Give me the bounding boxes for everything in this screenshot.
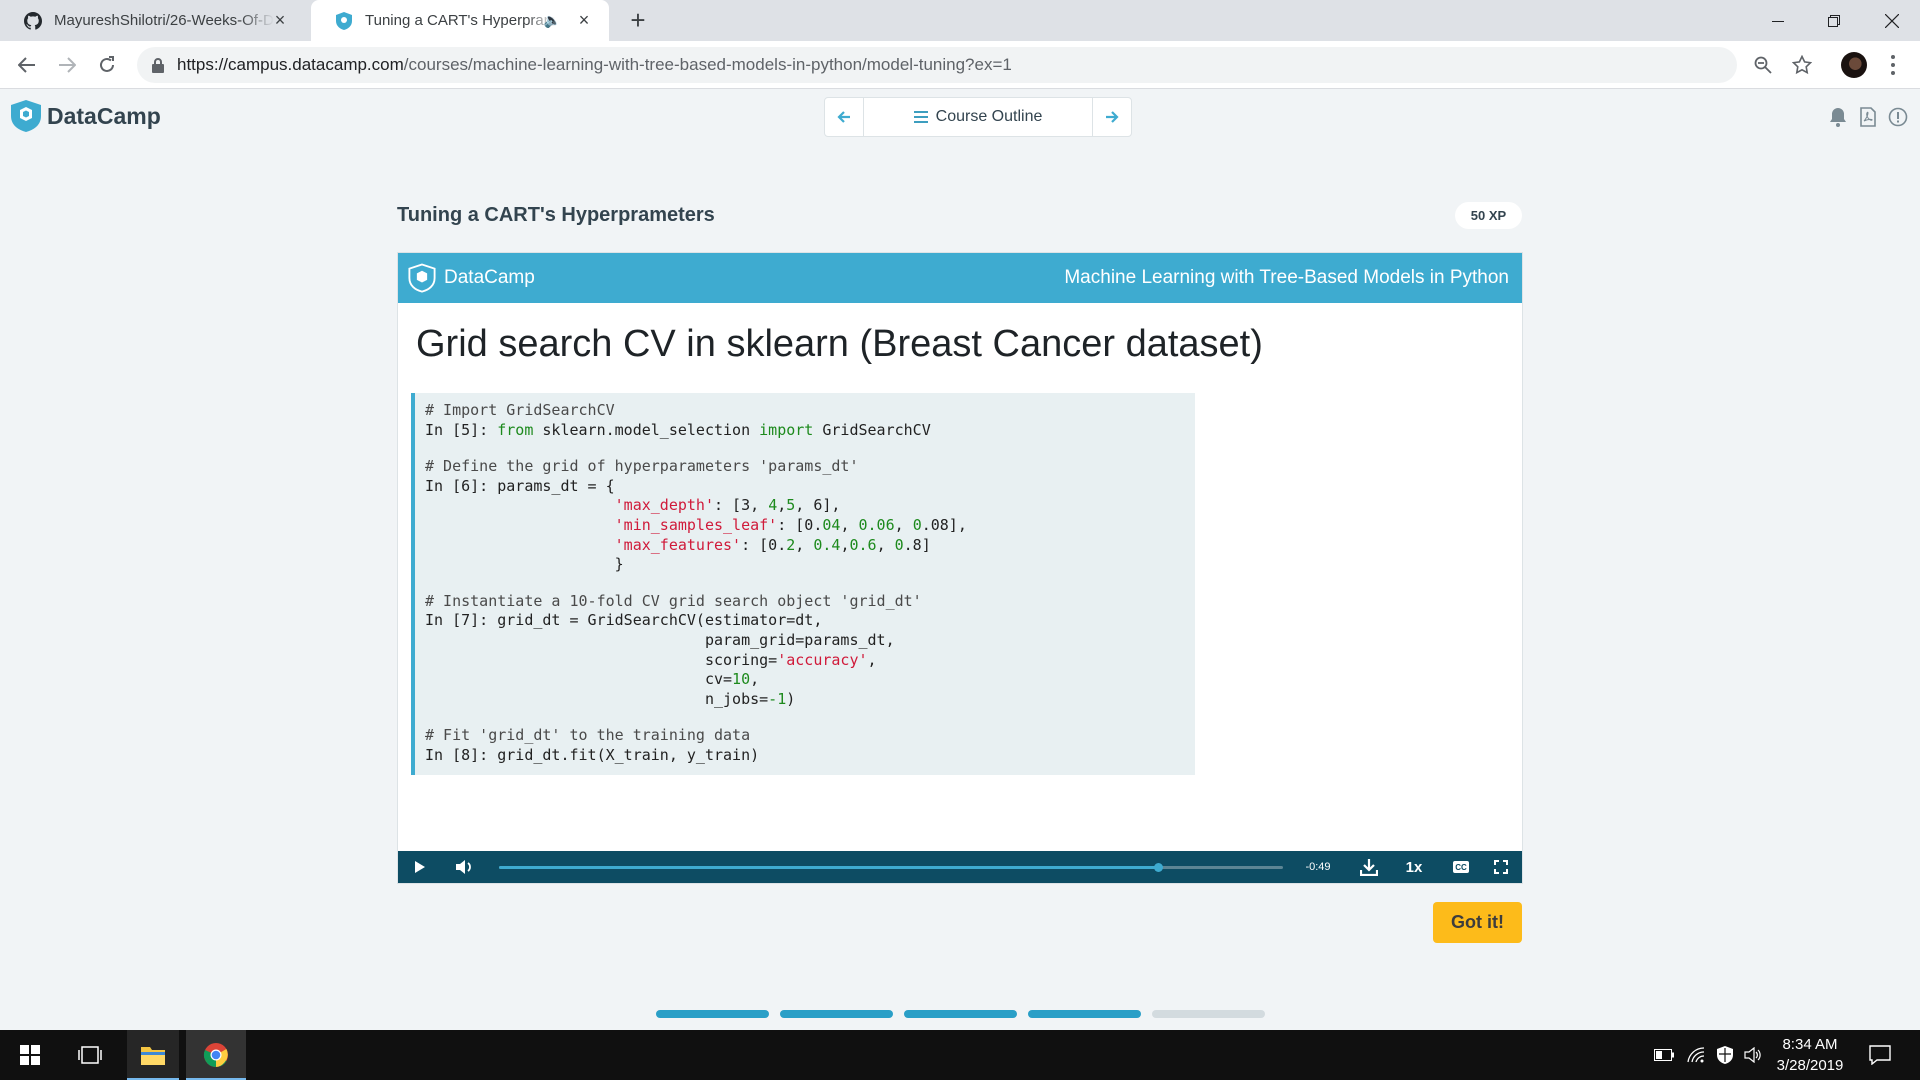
code-line: # Instantiate a 10-fold CV grid search o…: [425, 591, 922, 610]
close-window-icon[interactable]: [1864, 0, 1920, 41]
bookmark-star-icon[interactable]: [1790, 53, 1814, 77]
course-navigation: Course Outline: [824, 97, 1132, 137]
forward-icon[interactable]: [53, 51, 81, 79]
zoom-icon[interactable]: [1751, 53, 1775, 77]
browser-toolbar: https://campus.datacamp.com/courses/mach…: [0, 41, 1920, 89]
closed-captions-icon[interactable]: CC: [1448, 851, 1474, 883]
notification-bell-icon[interactable]: [1827, 106, 1849, 128]
profile-avatar[interactable]: [1841, 52, 1867, 78]
task-view-icon[interactable]: [66, 1030, 114, 1080]
progress-segment[interactable]: [656, 1010, 769, 1018]
got-it-button[interactable]: Got it!: [1433, 902, 1522, 943]
video-player[interactable]: DataCamp Machine Learning with Tree-Base…: [397, 252, 1523, 884]
video-course-title: Machine Learning with Tree-Based Models …: [1064, 267, 1509, 288]
code-line: cv=10,: [425, 670, 760, 689]
clock-time: 8:34 AM: [1782, 1036, 1838, 1053]
next-exercise-button[interactable]: [1093, 98, 1131, 136]
code-line: n_jobs=-1): [425, 689, 796, 708]
code-line: }: [425, 555, 624, 574]
code-line: # Import GridSearchCV: [425, 401, 615, 419]
progress-segment[interactable]: [780, 1010, 893, 1018]
restore-icon[interactable]: [1806, 0, 1862, 41]
windows-taskbar: 8:34 AM 3/28/2019: [0, 1030, 1920, 1080]
code-line: In [5]: from sklearn.model_selection imp…: [425, 420, 931, 439]
tab-title: Tuning a CART's Hyperprame: [365, 12, 555, 29]
url-text: https://campus.datacamp.com/courses/mach…: [177, 55, 1012, 75]
video-progress-fill: [499, 866, 1158, 869]
wifi-icon[interactable]: [1684, 1030, 1708, 1080]
course-outline-button[interactable]: Course Outline: [863, 98, 1093, 136]
github-icon: [24, 11, 42, 30]
video-progress-track[interactable]: [499, 863, 1283, 872]
code-line: In [8]: grid_dt.fit(X_train, y_train): [425, 745, 760, 764]
video-brand-name: DataCamp: [444, 267, 535, 288]
code-line: 'min_samples_leaf': [0.04, 0.06, 0.08],: [614, 515, 967, 534]
browser-tab-github[interactable]: MayureshShilotri/26-Weeks-Of-D ×: [0, 0, 305, 41]
close-tab-icon[interactable]: ×: [575, 11, 593, 29]
close-tab-icon[interactable]: ×: [271, 11, 289, 29]
code-line: In [7]: grid_dt = GridSearchCV(estimator…: [425, 611, 823, 630]
slide-title: Grid search CV in sklearn (Breast Cancer…: [416, 323, 1263, 365]
reload-icon[interactable]: [93, 51, 121, 79]
browser-tab-datacamp[interactable]: Tuning a CART's Hyperprame 🔈 ×: [311, 0, 609, 41]
code-line: 'max_depth': [3, 4,5, 6],: [614, 496, 841, 515]
code-line: 'max_features': [0.2, 0.4,0.6, 0.8]: [614, 535, 931, 554]
back-icon[interactable]: [13, 51, 41, 79]
code-line: # Define the grid of hyperparameters 'pa…: [425, 457, 859, 476]
code-line: param_grid=params_dt,: [425, 630, 895, 649]
system-clock[interactable]: 8:34 AM 3/28/2019: [1770, 1034, 1850, 1076]
code-line: scoring='accuracy',: [425, 650, 877, 669]
speaker-icon[interactable]: [1741, 1030, 1765, 1080]
previous-exercise-button[interactable]: [825, 98, 863, 136]
security-shield-icon[interactable]: [1713, 1030, 1737, 1080]
video-brand: DataCamp: [408, 263, 535, 293]
tab-title: MayureshShilotri/26-Weeks-Of-D: [54, 12, 274, 29]
code-block: # Import GridSearchCV In [5]: from sklear…: [411, 393, 1195, 775]
lock-icon: [152, 58, 164, 73]
browser-menu-icon[interactable]: [1887, 51, 1899, 79]
datacamp-shield-icon: [408, 263, 436, 293]
play-icon[interactable]: [408, 851, 432, 883]
xp-badge: 50 XP: [1455, 202, 1522, 229]
browser-tab-strip: MayureshShilotri/26-Weeks-Of-D × Tuning …: [0, 0, 1920, 41]
clock-date: 3/28/2019: [1776, 1057, 1844, 1074]
tab-audio-icon[interactable]: 🔈: [544, 12, 561, 29]
video-controls: -0:49 1x CC: [398, 851, 1522, 883]
action-center-icon[interactable]: [1866, 1030, 1894, 1080]
progress-segment[interactable]: [1152, 1010, 1265, 1018]
progress-segment[interactable]: [1028, 1010, 1141, 1018]
chrome-taskbar-icon[interactable]: [186, 1030, 246, 1080]
playback-speed-button[interactable]: 1x: [1398, 851, 1430, 883]
file-explorer-icon[interactable]: [127, 1030, 179, 1080]
battery-icon[interactable]: [1652, 1030, 1676, 1080]
address-bar[interactable]: https://campus.datacamp.com/courses/mach…: [137, 47, 1737, 83]
datacamp-shield-icon: [11, 100, 41, 132]
logo-text: DataCamp: [47, 102, 161, 129]
download-icon[interactable]: [1356, 851, 1382, 883]
video-slide-header: DataCamp Machine Learning with Tree-Base…: [398, 253, 1522, 303]
url-path: /courses/machine-learning-with-tree-base…: [403, 55, 1012, 74]
exercise-title: Tuning a CART's Hyperprameters: [397, 204, 715, 226]
url-host: https://campus.datacamp.com: [177, 55, 404, 74]
minimize-icon[interactable]: [1750, 0, 1806, 41]
report-issue-icon[interactable]: [1887, 106, 1909, 128]
menu-icon: [913, 111, 928, 123]
slides-pdf-icon[interactable]: [1857, 106, 1879, 128]
windows-start-icon[interactable]: [0, 1030, 60, 1080]
course-outline-label: Course Outline: [935, 108, 1043, 125]
video-progress-handle[interactable]: [1153, 863, 1163, 872]
volume-icon[interactable]: [451, 851, 477, 883]
progress-segment[interactable]: [904, 1010, 1017, 1018]
fullscreen-icon[interactable]: [1488, 851, 1514, 883]
code-line: # Fit 'grid_dt' to the training data: [425, 726, 751, 745]
time-remaining: -0:49: [1305, 861, 1331, 873]
new-tab-button[interactable]: +: [624, 6, 652, 34]
code-line: In [6]: params_dt = {: [425, 476, 615, 495]
datacamp-favicon-icon: [335, 11, 353, 30]
datacamp-logo[interactable]: DataCamp: [11, 100, 161, 132]
